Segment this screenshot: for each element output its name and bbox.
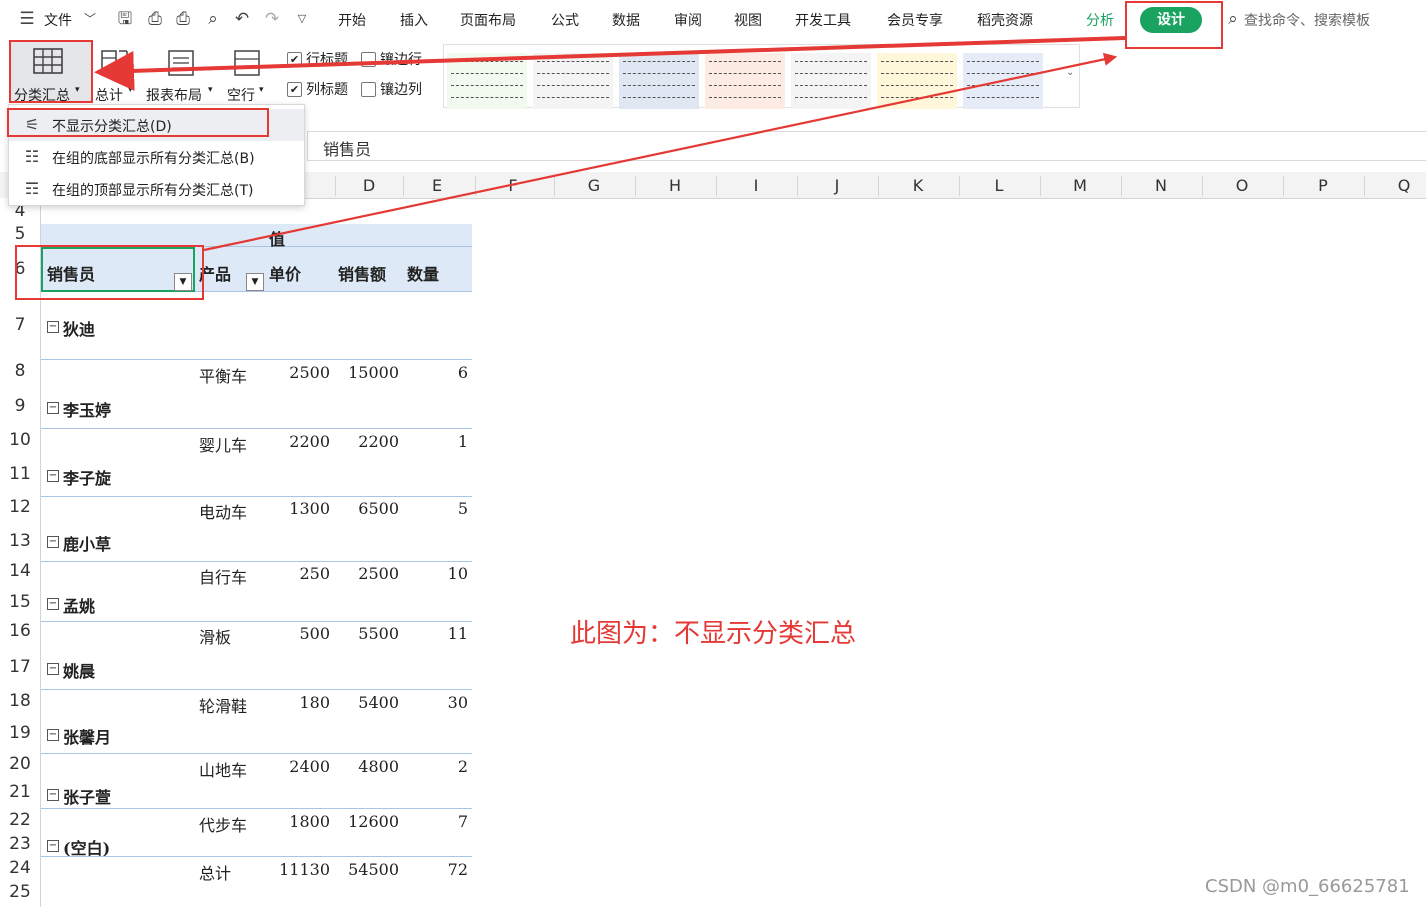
arrow-field-to-design (203, 52, 1118, 252)
watermark: CSDN @m0_66625781 (1205, 876, 1410, 897)
arrow-design-to-subtotal (94, 36, 1126, 91)
annotation-arrows (94, 36, 1126, 252)
annotation-text: 此图为：不显示分类汇总 (570, 619, 857, 649)
